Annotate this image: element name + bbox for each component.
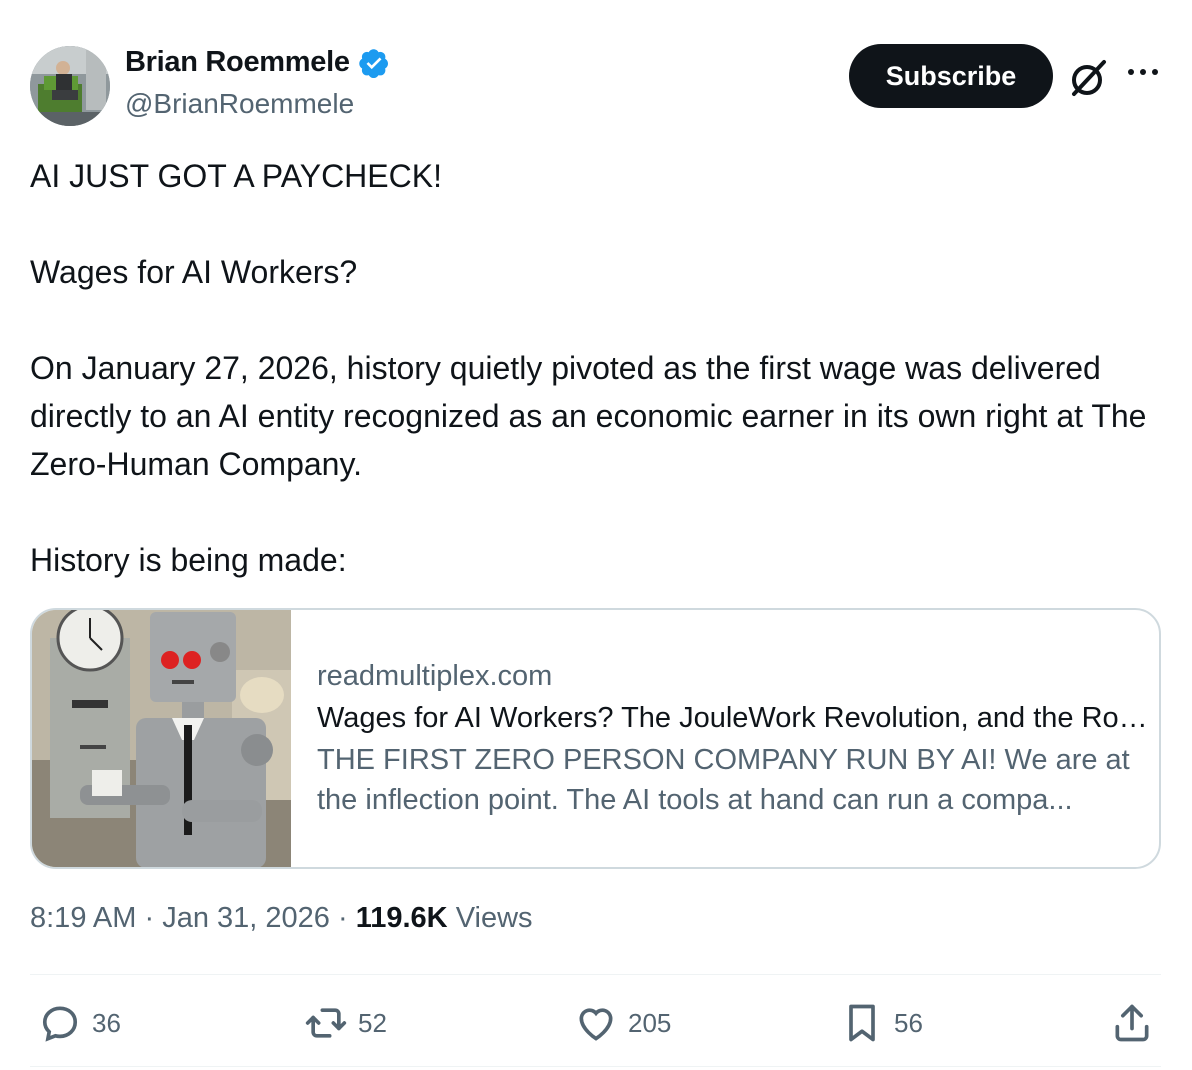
card-description: THE FIRST ZERO PERSON COMPANY RUN BY AI!… [317, 740, 1151, 820]
repost-count: 52 [358, 1007, 387, 1038]
author-display-name[interactable]: Brian Roemmele [125, 46, 350, 79]
like-button[interactable]: 205 [574, 1000, 671, 1046]
share-button[interactable] [1110, 1000, 1154, 1046]
divider [30, 1066, 1161, 1067]
tweet-paragraph: On January 27, 2026, history quietly piv… [30, 350, 1147, 482]
author-avatar[interactable] [30, 46, 110, 126]
slashed-circle-icon[interactable] [1066, 56, 1110, 100]
subscribe-button[interactable]: Subscribe [849, 44, 1053, 108]
like-count: 205 [628, 1007, 672, 1038]
card-domain: readmultiplex.com [317, 660, 553, 692]
tweet-date[interactable]: Jan 31, 2026 [162, 902, 330, 934]
heart-icon [579, 1008, 613, 1041]
tweet-paragraph: History is being made: [30, 542, 347, 578]
tweet-meta: 8:19 AM · Jan 31, 2026 · 119.6K Views [30, 902, 533, 935]
tweet-paragraph: AI JUST GOT A PAYCHECK! [30, 158, 442, 194]
divider [30, 974, 1161, 975]
card-title[interactable]: Wages for AI Workers? The JouleWork Revo… [317, 696, 1151, 740]
author-handle[interactable]: @BrianRoemmele [125, 88, 354, 120]
meta-separator: · [144, 902, 155, 934]
more-dots-icon[interactable] [1126, 62, 1160, 82]
views-label: Views [455, 902, 533, 934]
card-thumbnail-image [32, 610, 291, 867]
reply-icon [42, 1006, 78, 1042]
tweet-paragraph: Wages for AI Workers? [30, 254, 358, 290]
repost-button[interactable]: 52 [304, 1000, 387, 1046]
views-count: 119.6K [355, 902, 448, 934]
link-preview-card[interactable]: readmultiplex.com Wages for AI Workers? … [30, 608, 1161, 869]
tweet-text: AI JUST GOT A PAYCHECK! Wages for AI Wor… [30, 152, 1170, 584]
verified-badge-icon[interactable] [358, 47, 390, 79]
bookmark-count: 56 [894, 1007, 923, 1038]
bookmark-button[interactable]: 56 [840, 1000, 923, 1046]
reply-button[interactable]: 36 [38, 1000, 121, 1046]
card-description-line: the inflection point. The AI tools at ha… [317, 784, 1073, 816]
card-body[interactable]: readmultiplex.com Wages for AI Workers? … [291, 610, 1151, 867]
card-description-line: THE FIRST ZERO PERSON COMPANY RUN BY AI!… [317, 744, 1130, 776]
avatar-photo [30, 46, 110, 126]
bookmark-icon [849, 1004, 875, 1042]
reply-count: 36 [92, 1007, 121, 1038]
tweet-time[interactable]: 8:19 AM [30, 902, 136, 934]
share-icon [1115, 1004, 1149, 1042]
author-name-row[interactable]: Brian Roemmele [125, 46, 390, 79]
repost-icon [305, 1008, 347, 1038]
meta-separator: · [337, 902, 348, 934]
